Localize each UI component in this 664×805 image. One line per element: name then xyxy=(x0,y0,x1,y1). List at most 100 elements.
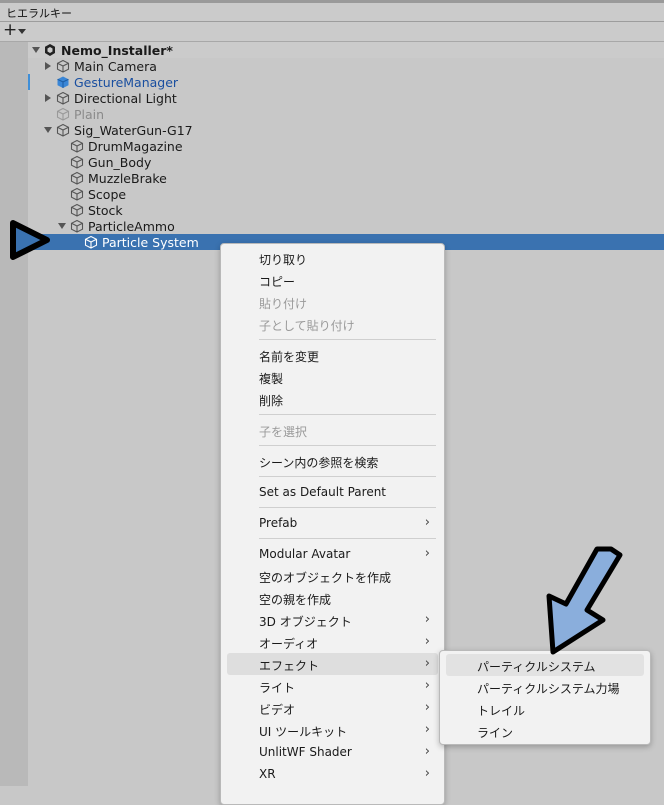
menu-separator xyxy=(259,538,436,539)
menu-item-label: 切り取り xyxy=(259,253,308,267)
submenu-chevron-icon: › xyxy=(424,515,430,530)
menu-item-paste-as-child: 子として貼り付け xyxy=(221,313,444,335)
menu-item-3d-object[interactable]: 3D オブジェクト › xyxy=(221,609,444,631)
hierarchy-row-sig-watergun[interactable]: Sig_WaterGun-G17 xyxy=(28,122,664,138)
annotation-arrow-icon xyxy=(546,546,623,655)
menu-item-label: エフェクト xyxy=(259,659,320,673)
hierarchy-row-label: Sig_WaterGun-G17 xyxy=(74,123,193,138)
hierarchy-row-particle-ammo[interactable]: ParticleAmmo xyxy=(28,218,664,234)
expand-arrow-icon[interactable] xyxy=(45,62,51,70)
menu-item-label: 名前を変更 xyxy=(259,350,320,364)
expand-arrow-icon[interactable] xyxy=(58,223,66,229)
hierarchy-row-muzzle-brake[interactable]: MuzzleBrake xyxy=(28,170,664,186)
menu-item-label: コピー xyxy=(259,275,296,289)
submenu-chevron-icon: › xyxy=(424,656,430,671)
menu-item-label: 子を選択 xyxy=(259,425,308,439)
menu-item-label: Set as Default Parent xyxy=(259,485,387,499)
hierarchy-row-label: Main Camera xyxy=(74,59,157,74)
menu-item-label: XR xyxy=(259,767,276,781)
menu-item-prefab[interactable]: Prefab › xyxy=(221,512,444,534)
menu-separator xyxy=(259,507,436,508)
menu-item-label: ビデオ xyxy=(259,703,296,717)
effects-submenu: パーティクルシステム パーティクルシステム力場 トレイル ライン xyxy=(439,650,651,745)
gameobject-cube-icon xyxy=(70,203,84,217)
gameobject-cube-icon xyxy=(84,235,98,249)
submenu-chevron-icon: › xyxy=(424,722,430,737)
menu-item-delete[interactable]: 削除 xyxy=(221,388,444,410)
submenu-item-line[interactable]: ライン xyxy=(440,720,650,742)
menu-item-duplicate[interactable]: 複製 xyxy=(221,366,444,388)
hierarchy-row-label: Particle System xyxy=(102,235,199,250)
gameobject-cube-icon xyxy=(70,155,84,169)
menu-item-find-references[interactable]: シーン内の参照を検索 xyxy=(221,450,444,472)
menu-item-audio[interactable]: オーディオ › xyxy=(221,631,444,653)
gameobject-cube-icon xyxy=(70,187,84,201)
submenu-item-label: パーティクルシステム力場 xyxy=(477,682,620,696)
hierarchy-row-label: Directional Light xyxy=(74,91,177,106)
menu-item-cut[interactable]: 切り取り xyxy=(221,247,444,269)
submenu-item-label: トレイル xyxy=(477,704,526,718)
hierarchy-row-main-camera[interactable]: Main Camera xyxy=(28,58,664,74)
menu-item-effects[interactable]: エフェクト › xyxy=(227,653,438,675)
menu-item-ui-toolkit[interactable]: UI ツールキット › xyxy=(221,719,444,741)
hierarchy-row-label: Gun_Body xyxy=(88,155,152,170)
prefab-cube-icon xyxy=(57,76,69,88)
hierarchy-row-directional-light[interactable]: Directional Light xyxy=(28,90,664,106)
menu-item-light[interactable]: ライト › xyxy=(221,675,444,697)
expand-arrow-icon[interactable] xyxy=(44,127,52,133)
add-object-button[interactable]: + xyxy=(3,20,17,40)
hierarchy-row-label: ParticleAmmo xyxy=(88,219,175,234)
menu-item-label: 空の親を作成 xyxy=(259,593,332,607)
scene-root-label: Nemo_Installer* xyxy=(61,43,173,58)
expand-arrow-icon[interactable] xyxy=(32,47,40,53)
menu-item-create-empty-parent[interactable]: 空の親を作成 xyxy=(221,587,444,609)
submenu-chevron-icon: › xyxy=(424,546,430,561)
hierarchy-row-scope[interactable]: Scope xyxy=(28,186,664,202)
hierarchy-row-drum-magazine[interactable]: DrumMagazine xyxy=(28,138,664,154)
expand-arrow-icon[interactable] xyxy=(45,94,51,102)
gameobject-cube-icon xyxy=(56,91,70,105)
menu-item-rename[interactable]: 名前を変更 xyxy=(221,344,444,366)
menu-item-modular-avatar[interactable]: Modular Avatar › xyxy=(221,543,444,565)
add-dropdown-icon[interactable] xyxy=(18,29,26,34)
submenu-chevron-icon: › xyxy=(424,612,430,627)
submenu-chevron-icon: › xyxy=(424,700,430,715)
hierarchy-row-label: Stock xyxy=(88,203,123,218)
menu-item-label: 貼り付け xyxy=(259,297,308,311)
menu-item-select-children: 子を選択 xyxy=(221,419,444,441)
submenu-item-label: ライン xyxy=(477,726,514,740)
menu-separator xyxy=(259,445,436,446)
menu-item-label: ライト xyxy=(259,681,296,695)
hierarchy-row-gesture-manager[interactable]: GestureManager xyxy=(28,74,664,90)
menu-item-label: シーン内の参照を検索 xyxy=(259,456,379,470)
submenu-item-label: パーティクルシステム xyxy=(477,660,596,674)
menu-item-unlitwf-shader[interactable]: UnlitWF Shader › xyxy=(221,741,444,763)
menu-item-create-empty[interactable]: 空のオブジェクトを作成 xyxy=(221,565,444,587)
menu-item-set-default-parent[interactable]: Set as Default Parent xyxy=(221,481,444,503)
hierarchy-tab-header[interactable]: ヒエラルキー xyxy=(0,3,664,22)
hierarchy-row-label: DrumMagazine xyxy=(88,139,183,154)
hierarchy-row-gun-body[interactable]: Gun_Body xyxy=(28,154,664,170)
menu-item-xr[interactable]: XR › xyxy=(221,763,444,785)
submenu-chevron-icon: › xyxy=(424,678,430,693)
hierarchy-row-label: Plain xyxy=(74,107,105,122)
hierarchy-row-label: MuzzleBrake xyxy=(88,171,167,186)
submenu-item-particle-force-field[interactable]: パーティクルシステム力場 xyxy=(440,676,650,698)
annotation-pointer-triangle xyxy=(10,220,50,260)
submenu-chevron-icon: › xyxy=(424,744,430,759)
menu-item-copy[interactable]: コピー xyxy=(221,269,444,291)
gameobject-cube-icon xyxy=(70,219,84,233)
menu-separator xyxy=(259,414,436,415)
hierarchy-row-plain[interactable]: Plain xyxy=(28,106,664,122)
menu-item-video[interactable]: ビデオ › xyxy=(221,697,444,719)
menu-item-label: オーディオ xyxy=(259,637,319,651)
gameobject-cube-icon xyxy=(56,59,70,73)
menu-item-label: 子として貼り付け xyxy=(259,319,355,333)
submenu-chevron-icon: › xyxy=(424,766,430,781)
submenu-item-trail[interactable]: トレイル xyxy=(440,698,650,720)
menu-item-label: 空のオブジェクトを作成 xyxy=(259,571,392,585)
gameobject-cube-icon xyxy=(70,139,84,153)
scene-root-row[interactable]: Nemo_Installer* xyxy=(28,42,664,58)
hierarchy-row-stock[interactable]: Stock xyxy=(28,202,664,218)
menu-item-label: 3D オブジェクト xyxy=(259,615,352,629)
